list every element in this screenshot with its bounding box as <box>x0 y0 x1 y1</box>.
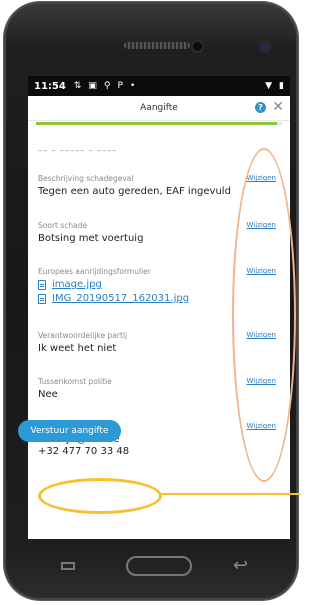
p-icon: P <box>117 81 123 91</box>
document-icon <box>38 279 46 290</box>
highlight-pointer-line <box>160 493 300 495</box>
send-button-highlight <box>38 478 162 514</box>
document-icon <box>38 293 46 304</box>
status-time: 11:54 <box>34 80 66 92</box>
speaker-grille <box>124 42 190 49</box>
wifi-icon: ▼ <box>265 81 273 91</box>
attachment-link[interactable]: image.jpg <box>52 279 102 290</box>
proximity-sensor <box>261 43 269 51</box>
app-header: Aangifte ? ✕ <box>28 96 290 121</box>
help-icon[interactable]: ? <box>255 102 266 113</box>
battery-icon: ▮ <box>279 81 284 91</box>
send-claim-button[interactable]: Verstuur aangifte <box>18 420 121 442</box>
status-bar: 11:54 ⇅ ▣ ⚲ P • ▼ ▮ <box>28 76 290 96</box>
dot-icon: • <box>129 81 136 91</box>
back-arrow-icon[interactable]: ↩ <box>233 555 248 576</box>
recent-apps-icon[interactable] <box>61 562 75 570</box>
edit-links-highlight <box>232 148 296 482</box>
contact-phone: +32 477 70 33 48 <box>38 446 130 457</box>
page-title: Aangifte <box>140 103 178 113</box>
close-icon[interactable]: ✕ <box>272 98 284 116</box>
home-button-icon[interactable] <box>126 556 192 576</box>
clipped-text-row: –– – ––––– – –––– <box>38 146 118 155</box>
front-camera <box>193 42 202 51</box>
location-icon: ⚲ <box>103 81 111 91</box>
screenshot-icon: ▣ <box>88 81 97 91</box>
section-label: Beschrijving schadegeval <box>38 174 134 183</box>
attachment-link[interactable]: IMG_20190517_162031.jpg <box>52 293 189 304</box>
navigation-bar: ↩ <box>28 546 290 586</box>
notification-icon: ⇅ <box>73 81 82 91</box>
